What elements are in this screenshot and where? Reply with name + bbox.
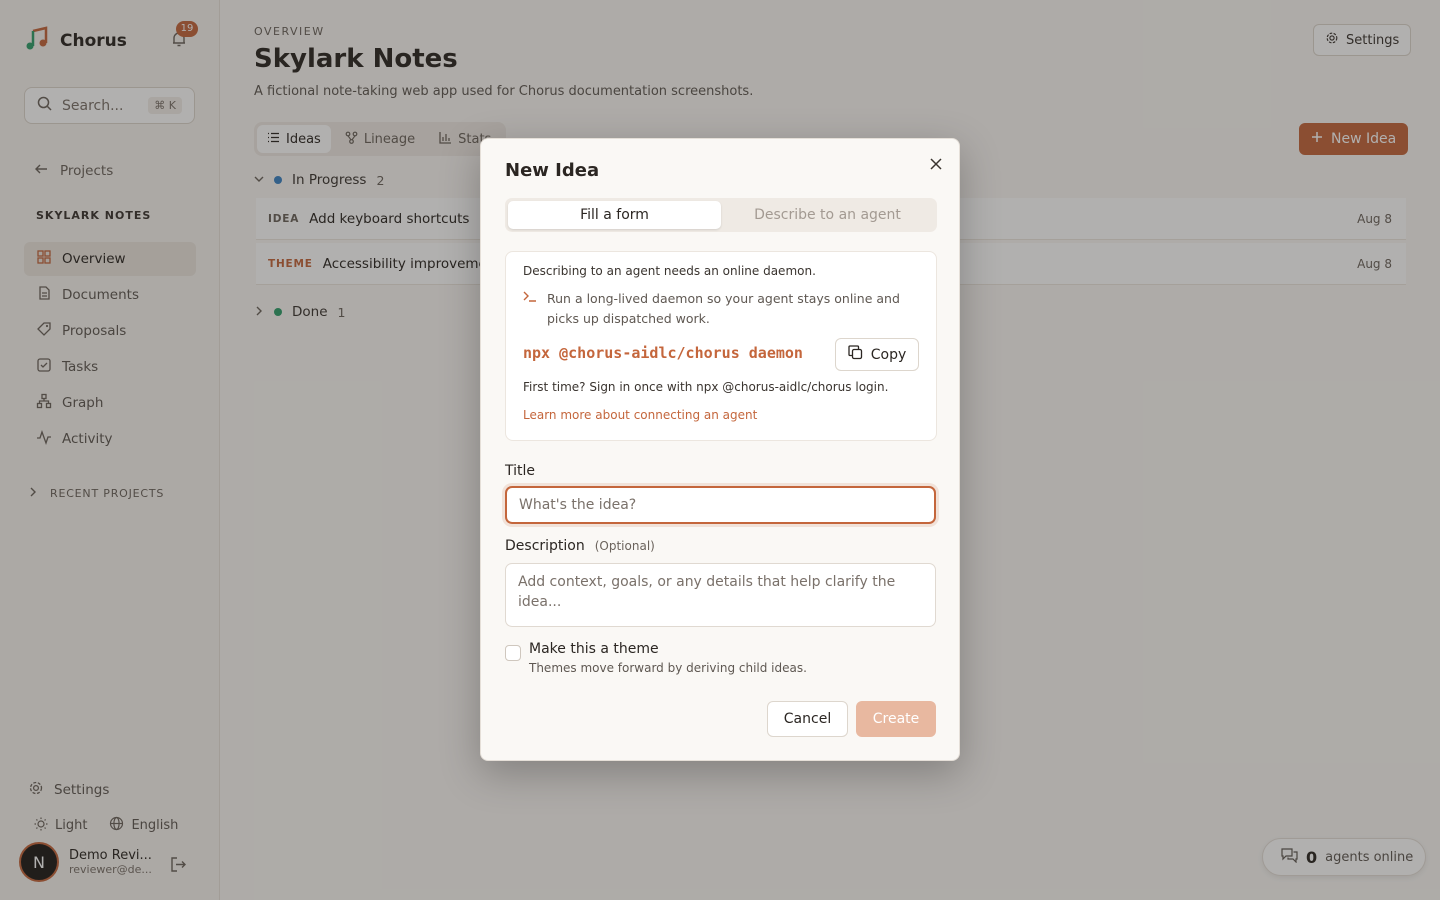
daemon-info-card: Describing to an agent needs an online d… [505, 251, 937, 441]
create-button[interactable]: Create [856, 701, 936, 737]
optional-hint: (Optional) [594, 539, 655, 553]
title-label: Title [505, 463, 536, 479]
description-label: Description [505, 538, 585, 554]
learn-more-link[interactable]: Learn more about connecting an agent [523, 408, 757, 422]
daemon-command[interactable]: npx @chorus-aidlc/chorus daemon [523, 344, 803, 362]
daemon-run-text: Run a long-lived daemon so your agent st… [547, 291, 900, 326]
terminal-icon [523, 289, 538, 329]
mode-switch: Fill a form Describe to an agent [505, 198, 937, 232]
theme-checkbox-help: Themes move forward by deriving child id… [529, 661, 807, 675]
copy-icon [848, 345, 863, 364]
dialog-title: New Idea [505, 160, 600, 181]
title-input[interactable] [505, 486, 936, 524]
cancel-button[interactable]: Cancel [767, 701, 848, 737]
close-icon[interactable] [926, 154, 946, 174]
description-label-row: Description (Optional) [505, 538, 655, 554]
daemon-note: Describing to an agent needs an online d… [523, 264, 816, 278]
first-time-hint: First time? Sign in once with npx @choru… [523, 380, 889, 394]
copy-button[interactable]: Copy [835, 338, 919, 371]
daemon-run-hint: Run a long-lived daemon so your agent st… [523, 289, 913, 329]
description-input[interactable] [505, 563, 936, 627]
theme-checkbox-label: Make this a theme [529, 641, 659, 657]
new-idea-dialog: New Idea Fill a form Describe to an agen… [480, 138, 960, 761]
theme-checkbox[interactable] [505, 645, 521, 661]
mode-fill-form[interactable]: Fill a form [508, 201, 721, 229]
copy-label: Copy [870, 346, 907, 363]
mode-describe-agent[interactable]: Describe to an agent [721, 201, 934, 229]
